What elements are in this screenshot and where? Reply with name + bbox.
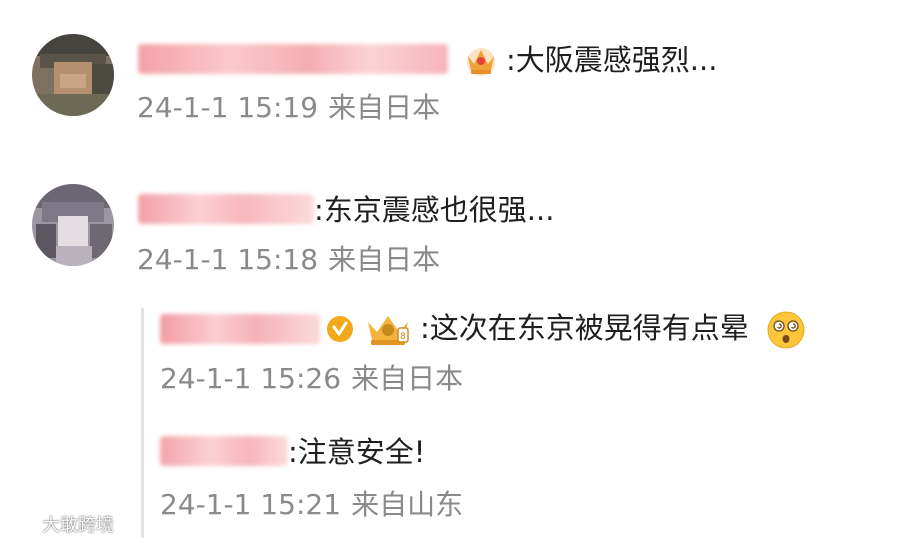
username-blurred[interactable] <box>160 436 288 466</box>
gold-crown-badge-icon: 8 <box>368 316 409 345</box>
reply-location: 来自日本 <box>351 362 464 395</box>
avatar[interactable] <box>32 34 114 116</box>
dizzy-face-emoji <box>767 311 805 349</box>
username-blurred[interactable] <box>138 44 448 74</box>
reply-time: 24-1-1 15:21 <box>160 488 342 521</box>
reply-meta: 24-1-1 15:21 来自山东 <box>160 488 463 522</box>
username-blurred[interactable] <box>160 314 320 344</box>
comment-location: 来自日本 <box>328 91 441 124</box>
reply-time: 24-1-1 15:26 <box>160 362 342 395</box>
comment-time: 24-1-1 15:18 <box>137 243 319 276</box>
reply-meta: 24-1-1 15:26 来自日本 <box>160 362 463 396</box>
comment-time: 24-1-1 15:19 <box>137 91 319 124</box>
comment-meta: 24-1-1 15:19 来自日本 <box>137 91 440 125</box>
username-blurred[interactable] <box>138 194 314 224</box>
watermark-text: 大敢跨境 <box>42 515 114 536</box>
reply-thread-bar <box>141 308 144 538</box>
comment-location: 来自日本 <box>328 243 441 276</box>
crown-badge-icon <box>467 48 495 76</box>
comment-text: :东京震感也很强... <box>314 193 555 227</box>
reply-text: :注意安全! <box>288 435 426 469</box>
reply-text: :这次在东京被晃得有点晕 <box>420 311 749 345</box>
verified-v-icon <box>327 316 353 342</box>
comment-text: :大阪震感强烈... <box>506 43 718 77</box>
svg-text:8: 8 <box>400 332 406 342</box>
reply-location: 来自山东 <box>351 488 464 521</box>
watermark-logo-icon <box>10 514 36 534</box>
watermark: 大敢跨境 <box>8 510 114 538</box>
avatar[interactable] <box>32 184 114 266</box>
comment-meta: 24-1-1 15:18 来自日本 <box>137 243 440 277</box>
